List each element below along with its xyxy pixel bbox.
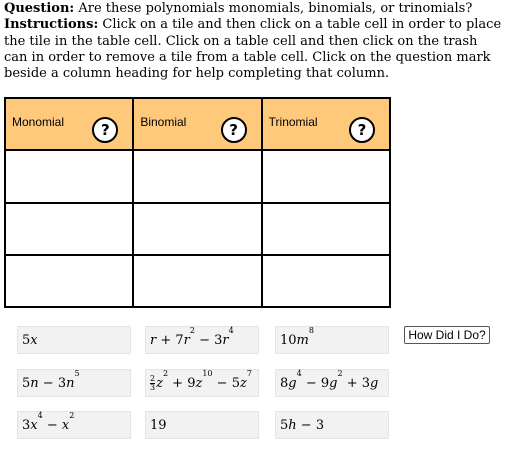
fraction: 23 <box>150 374 156 392</box>
tile-5h-minus-3[interactable]: 5h − 3 <box>275 411 389 439</box>
tile-8g4-minus-9g2-plus-3g[interactable]: 8g4 − 9g2 + 3g <box>275 369 389 397</box>
column-header-binomial: Binomial ? <box>132 96 263 152</box>
tile-r-plus-7r2-minus-3r4[interactable]: r + 7r2 − 3r4 <box>145 326 259 354</box>
how-did-i-do-button[interactable]: How Did I Do? <box>404 326 490 344</box>
question-label: Question: <box>4 1 75 16</box>
table-cell-monomial-2[interactable] <box>3 201 135 256</box>
table-cell-binomial-3[interactable] <box>132 253 263 309</box>
tile-19[interactable]: 19 <box>145 411 259 439</box>
help-question-icon[interactable]: ? <box>92 117 119 143</box>
help-question-icon[interactable]: ? <box>349 117 375 143</box>
tile-5x[interactable]: 5x <box>17 326 131 354</box>
help-question-icon[interactable]: ? <box>220 117 247 143</box>
tile-10m8[interactable]: 10m8 <box>275 326 389 354</box>
table-cell-trinomial-3[interactable] <box>260 253 392 309</box>
table-cell-trinomial-2[interactable] <box>260 201 392 256</box>
table-cell-binomial-2[interactable] <box>132 201 263 256</box>
table-cell-trinomial-1[interactable] <box>260 149 392 204</box>
question-text: Question: Are these polynomials monomial… <box>4 1 504 82</box>
column-header-trinomial: Trinomial ? <box>260 96 392 152</box>
column-header-label: Trinomial <box>268 115 318 129</box>
classification-table: Monomial ? Binomial ? Trinomial ? <box>3 96 392 309</box>
instructions-label: Instructions: <box>4 17 99 33</box>
tile-2-3z2-plus-9z10-minus-5z7[interactable]: 2 3 z2 + 9z10 − 5z7 <box>145 369 259 397</box>
column-header-monomial: Monomial ? <box>3 96 135 152</box>
column-header-label: Binomial <box>140 115 187 129</box>
table-cell-monomial-1[interactable] <box>3 149 135 204</box>
table-cell-monomial-3[interactable] <box>3 253 135 309</box>
tile-5n-minus-3n5[interactable]: 5n − 3n5 <box>17 369 131 397</box>
column-header-label: Monomial <box>12 115 65 129</box>
question-body: Are these polynomials monomials, binomia… <box>74 1 473 16</box>
tile-3x4-minus-x2[interactable]: 3x4 − x2 <box>17 411 131 439</box>
table-cell-binomial-1[interactable] <box>132 149 263 204</box>
